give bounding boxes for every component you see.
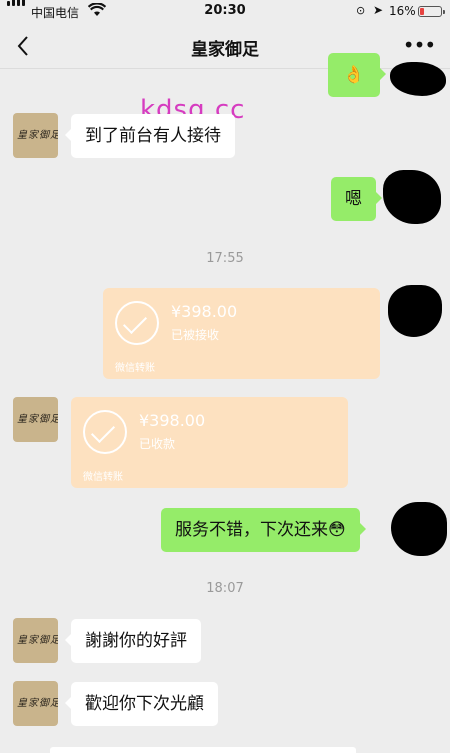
timestamp: 18:07 [206, 581, 244, 596]
transfer-card-received[interactable]: ¥398.00 已收款 微信转账 [71, 397, 348, 488]
chat-header: 皇家御足 ••• [0, 24, 450, 69]
transfer-amount: ¥398.00 [171, 302, 238, 321]
avatar-contact[interactable]: 皇家御足 [13, 113, 58, 158]
battery-icon [418, 6, 445, 17]
transfer-amount: ¥398.00 [139, 411, 206, 430]
message-bubble-received[interactable]: 謝謝你的好評 [65, 619, 201, 663]
transfer-card-sent[interactable]: ¥398.00 已被接收 微信转账 [103, 288, 380, 379]
redacted-avatar [383, 170, 441, 224]
avatar-contact[interactable]: 皇家御足 [13, 681, 58, 726]
transfer-status: 已收款 [139, 437, 176, 451]
message-bubble-sent-partial[interactable]: 👌 [328, 53, 386, 97]
chat-title: 皇家御足 [191, 40, 259, 60]
message-bubble-sent[interactable]: 嗯 [331, 177, 382, 221]
avatar-contact[interactable]: 皇家御足 [13, 618, 58, 663]
check-circle-icon [83, 410, 127, 454]
message-bubble-sent[interactable]: 服务不错，下次还来😳 [161, 508, 366, 552]
message-input-field[interactable] [50, 747, 356, 753]
transfer-footer: 微信转账 [115, 363, 155, 374]
avatar-contact[interactable]: 皇家御足 [13, 397, 58, 442]
rotation-lock-icon: ⊙ [356, 4, 366, 17]
message-bubble-received[interactable]: 到了前台有人接待 [65, 114, 235, 158]
redacted-avatar [388, 285, 442, 337]
more-options-button[interactable]: ••• [402, 30, 436, 60]
redacted-avatar [390, 62, 446, 96]
check-circle-icon [115, 301, 159, 345]
transfer-footer: 微信转账 [83, 472, 123, 483]
redacted-avatar [391, 502, 447, 556]
message-bubble-received[interactable]: 歡迎你下次光顧 [65, 682, 218, 726]
battery-percent: 16% [389, 4, 416, 18]
transfer-status: 已被接收 [171, 328, 220, 342]
location-icon: ➤ [373, 3, 384, 17]
timestamp: 17:55 [206, 251, 244, 266]
status-bar: 中国电信 20:30 ⊙ ➤ 16% [0, 0, 450, 24]
